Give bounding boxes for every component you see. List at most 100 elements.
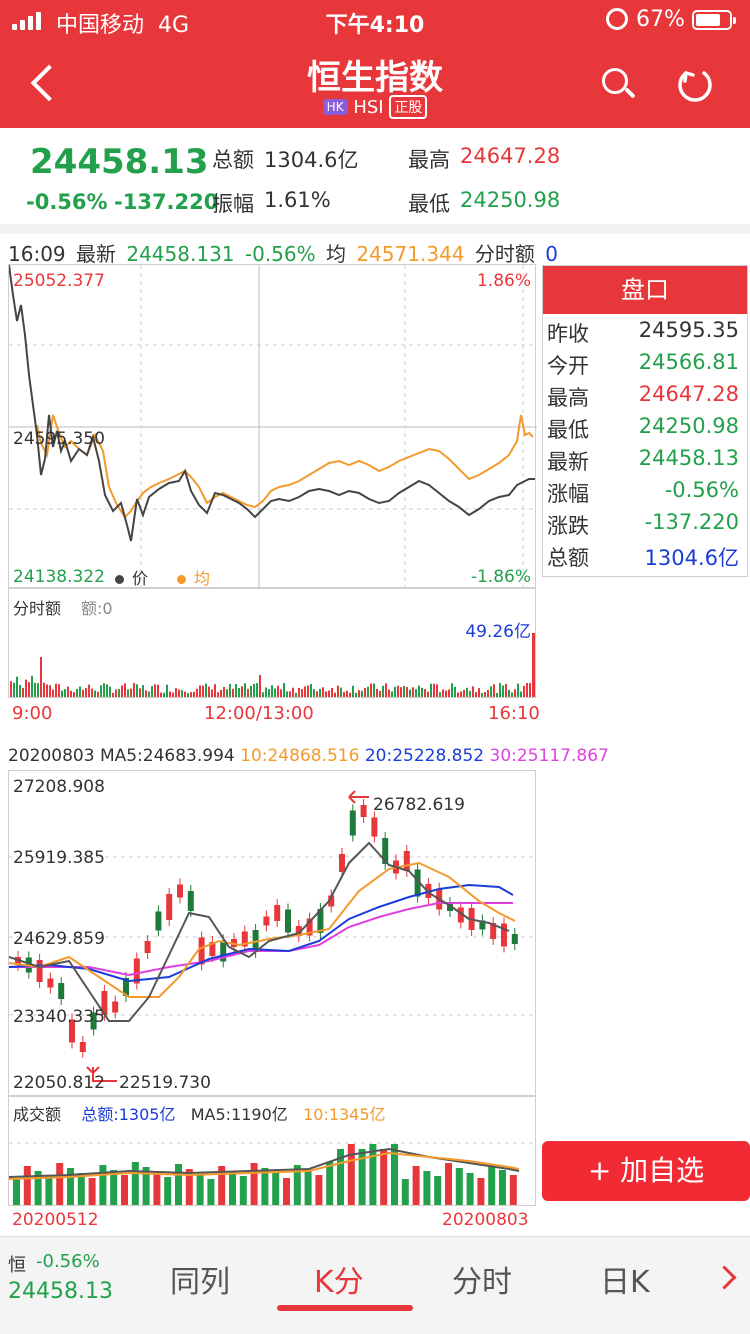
order-book-value: 24595.35: [638, 318, 739, 342]
pct-axis-top-label: 1.86%: [476, 271, 531, 291]
order-book-label: 最高: [547, 386, 589, 410]
order-book-value: -137.220: [644, 510, 739, 534]
high-value: 24647.28: [460, 144, 561, 168]
intraday-amount-label: 分时额: [474, 242, 535, 266]
ma10-value: 10:24868.516: [240, 746, 360, 766]
legend-price: 价: [115, 565, 148, 589]
refresh-icon: [678, 71, 712, 102]
low-label: 最低: [408, 192, 450, 216]
intraday-volume-chart[interactable]: 分时额 额:0 49.26亿: [8, 588, 536, 698]
x-axis-start: 9:00: [12, 703, 53, 724]
order-book-label: 总额: [547, 546, 589, 570]
order-book-row: 最新 24458.13: [543, 442, 747, 474]
amplitude-label: 振幅: [212, 192, 254, 216]
kline-y-label-3: 24629.859: [13, 929, 105, 949]
change-amount: -137.220: [114, 190, 219, 214]
bottom-tab-bar: 恒 -0.56% 24458.13 同列 K分 分时 日K: [0, 1236, 750, 1334]
order-book-label: 最新: [547, 450, 589, 474]
order-book-value: 24250.98: [638, 414, 739, 438]
kline-min-marker: 22519.730: [119, 1073, 211, 1093]
turnover-label: 总额: [212, 148, 254, 172]
kline-ma-line: 20200803 MA5:24683.994 10:24868.516 20:2…: [8, 746, 609, 766]
intraday-time: 16:09: [8, 242, 66, 266]
order-book-value: 24566.81: [638, 350, 739, 374]
latest-percent: -0.56%: [244, 242, 316, 266]
price-line: [9, 265, 535, 542]
intraday-amount-value: 0: [545, 242, 558, 266]
stock-type-badge: 正股: [389, 95, 428, 119]
order-book-value: 24458.13: [638, 446, 739, 470]
status-bar: 中国移动 4G 下午4:10 67%: [0, 0, 750, 40]
ticker-code: HSI: [353, 97, 384, 118]
section-divider: [0, 224, 750, 234]
intraday-price-chart[interactable]: 25052.377 1.86% 24595.350 24138.322 -1.8…: [8, 264, 537, 589]
battery-icon: [692, 10, 736, 30]
refresh-button[interactable]: [674, 64, 716, 106]
screen: 中国移动 4G 下午4:10 67% 恒生指数 HK HSI 正股 24458.…: [0, 0, 750, 1334]
kline-chart[interactable]: 27208.908 25919.385 24629.859 23340.335 …: [8, 770, 537, 1096]
add-to-watchlist-button[interactable]: + 加自选: [542, 1141, 750, 1201]
current-price: 24458.13: [30, 142, 209, 182]
order-book-label: 涨跌: [547, 514, 589, 538]
avg-value: 24571.344: [356, 242, 465, 266]
order-book-panel: 盘口 昨收 24595.35 今开 24566.81 最高 24647.28 最低 24250…: [542, 265, 748, 577]
hk-badge: HK: [322, 99, 348, 115]
order-book-label: 涨幅: [547, 482, 589, 506]
high-label: 最高: [408, 148, 450, 172]
app-header: 中国移动 4G 下午4:10 67% 恒生指数 HK HSI 正股: [0, 0, 750, 128]
order-book-row: 涨幅 -0.56%: [543, 474, 747, 506]
tab-intraday[interactable]: 分时: [452, 1257, 512, 1301]
legend-price-dot: [115, 575, 124, 584]
battery-percent: 67%: [636, 7, 685, 32]
order-book-value: 24647.28: [638, 382, 739, 406]
order-book-row: 最高 24647.28: [543, 378, 747, 410]
pct-axis-bottom-label: -1.86%: [470, 567, 531, 587]
active-tab-indicator: [277, 1305, 413, 1311]
y-axis-top-label: 25052.377: [13, 271, 105, 291]
order-book-value: -0.56%: [664, 478, 739, 502]
legend-avg-dot: [177, 575, 186, 584]
ma30-value: 30:25117.867: [489, 746, 609, 766]
order-book-row: 最低 24250.98: [543, 410, 747, 442]
avg-label: 均: [326, 242, 346, 266]
order-book-row: 今开 24566.81: [543, 346, 747, 378]
y-axis-mid-label: 24595.350: [13, 429, 105, 449]
avg-price-line: [36, 414, 534, 519]
mini-quote-price: 24458.13: [8, 1279, 113, 1304]
order-book-row: 涨跌 -137.220: [543, 506, 747, 538]
order-book-row: 总额 1304.6亿: [543, 538, 747, 570]
quote-summary: 24458.13 -0.56% -137.220 总额 1304.6亿 振幅 1…: [0, 128, 750, 224]
intraday-info-line: 16:09 最新 24458.131 -0.56% 均 24571.344 分时…: [8, 238, 562, 267]
chevron-right-icon[interactable]: [716, 1261, 736, 1297]
y-axis-bottom-label: 24138.322: [13, 567, 105, 587]
kline-y-label-5: 22050.812: [13, 1073, 105, 1093]
kline-date: 20200803: [8, 746, 95, 766]
tab-peers[interactable]: 同列: [170, 1257, 230, 1301]
kline-y-label-2: 25919.385: [13, 848, 105, 868]
kline-max-marker: 26782.619: [373, 795, 465, 815]
latest-value: 24458.131: [126, 242, 235, 266]
order-book-row: 昨收 24595.35: [543, 314, 747, 346]
kline-y-label-1: 27208.908: [13, 777, 105, 797]
turnover-value: 1304.6亿: [264, 148, 359, 172]
tab-minute-kline[interactable]: K分: [314, 1257, 364, 1301]
search-button[interactable]: [598, 64, 638, 104]
order-book-label: 昨收: [547, 322, 589, 346]
low-value: 24250.98: [460, 188, 561, 212]
kline-y-label-4: 23340.335: [13, 1007, 105, 1027]
order-book-label: 最低: [547, 418, 589, 442]
ma20-value: 20:25228.852: [364, 746, 485, 766]
amplitude-value: 1.61%: [264, 188, 331, 212]
kline-x-start: 20200512: [12, 1210, 99, 1230]
mini-quote-percent: -0.56%: [36, 1251, 100, 1272]
alarm-icon: [606, 8, 628, 30]
ma5-value: MA5:24683.994: [99, 746, 235, 766]
order-book-value: 1304.6亿: [644, 546, 739, 570]
change-percent: -0.56%: [26, 190, 108, 214]
x-axis-mid: 12:00/13:00: [204, 703, 314, 724]
tab-daily-kline[interactable]: 日K: [600, 1257, 650, 1301]
kline-x-end: 20200803: [442, 1210, 529, 1230]
x-axis-end: 16:10: [488, 703, 540, 724]
mini-quote-name: 恒: [8, 1255, 26, 1276]
kline-volume-chart[interactable]: 成交额 总额:1305亿 MA5:1190亿 10:1345亿: [8, 1096, 537, 1206]
